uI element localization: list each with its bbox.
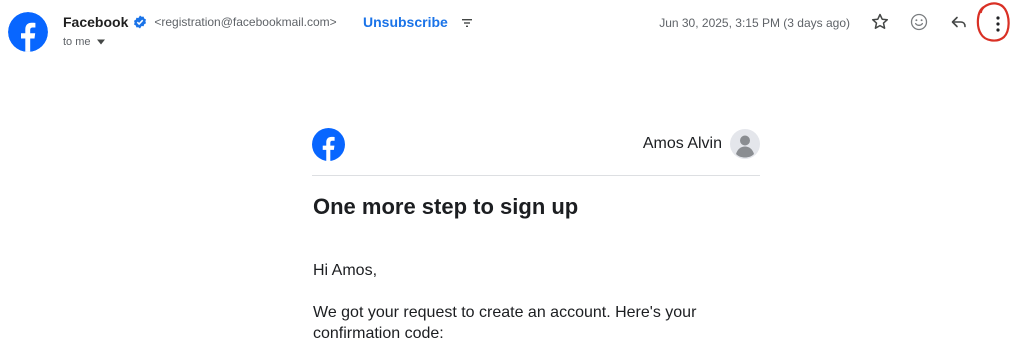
facebook-logo-icon	[312, 128, 345, 161]
annotation-circle	[976, 2, 1010, 42]
sender-name[interactable]: Facebook	[63, 14, 128, 30]
sender-line: Facebook <registration@facebookmail.com>	[63, 14, 337, 30]
verified-icon	[134, 15, 147, 29]
divider	[312, 175, 760, 176]
email-view: Facebook <registration@facebookmail.com>…	[0, 0, 1024, 350]
filter-icon[interactable]	[460, 16, 474, 30]
account-box: Amos Alvin	[643, 129, 760, 159]
email-greeting: Hi Amos,	[313, 262, 378, 279]
reply-icon[interactable]	[949, 12, 969, 32]
email-heading: One more step to sign up	[313, 194, 579, 219]
email-timestamp: Jun 30, 2025, 3:15 PM (3 days ago)	[659, 16, 850, 30]
email-body-paragraph: We got your request to create an account…	[313, 304, 697, 342]
sender-email: <registration@facebookmail.com>	[154, 15, 337, 29]
chevron-down-icon	[96, 39, 105, 45]
profile-avatar-icon	[730, 129, 760, 159]
account-name: Amos Alvin	[642, 135, 722, 152]
star-icon[interactable]	[870, 12, 890, 32]
recipient-dropdown[interactable]: to me	[63, 36, 105, 48]
facebook-logo-icon[interactable]	[8, 12, 48, 52]
recipient-label: to me	[63, 36, 91, 48]
emoji-icon[interactable]	[909, 12, 929, 32]
unsubscribe-link[interactable]: Unsubscribe	[363, 14, 448, 30]
